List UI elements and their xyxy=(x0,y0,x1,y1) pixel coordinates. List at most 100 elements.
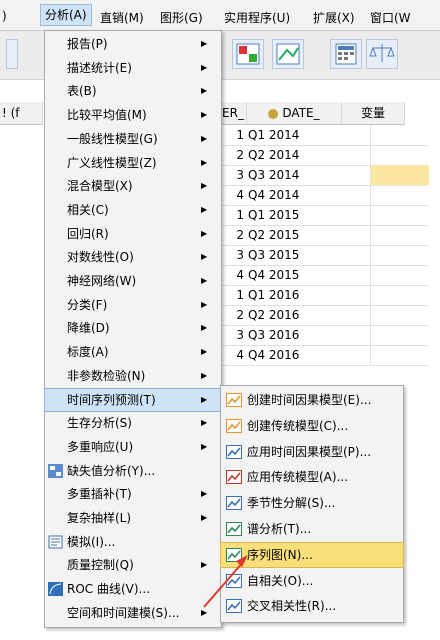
analyze-menu-item[interactable]: 回归(R) ▶ xyxy=(45,223,221,245)
submenu-arrow-icon: ▶ xyxy=(201,110,208,120)
timeseries-menu-item[interactable]: 应用时间因果模型(P)... xyxy=(221,440,403,464)
cell-period[interactable]: 1 xyxy=(220,125,244,145)
menu-extensions[interactable]: 扩展(X) xyxy=(313,9,355,26)
menu-utilities[interactable]: 实用程序(U) xyxy=(224,9,290,26)
cell-date[interactable]: Q4 2015 xyxy=(248,265,362,285)
analyze-menu-item[interactable]: 神经网络(W) ▶ xyxy=(45,270,221,292)
cell-period[interactable]: 2 xyxy=(220,225,244,245)
timeseries-menu-item[interactable]: 创建时间因果模型(E)... xyxy=(221,388,403,412)
analyze-menu-item[interactable]: 对数线性(O) ▶ xyxy=(45,246,221,268)
table-row: 1 Q1 2015 xyxy=(220,205,428,226)
table-row: 4 Q4 2014 xyxy=(220,185,428,206)
column-header-partial-mid[interactable]: ER_ xyxy=(220,102,247,125)
column-header-date[interactable]: DATE_ xyxy=(247,102,342,125)
analyze-menu-item[interactable]: 广义线性模型(Z) ▶ xyxy=(45,152,221,174)
cell-var[interactable] xyxy=(370,285,429,305)
cell-date[interactable]: Q1 2014 xyxy=(248,125,362,145)
cell-period[interactable]: 3 xyxy=(220,245,244,265)
cell-var[interactable] xyxy=(370,125,429,145)
analyze-menu-item[interactable]: 多重响应(U) ▶ xyxy=(45,436,221,458)
cell-var[interactable] xyxy=(370,145,429,165)
menu-item-label: 相关(C) xyxy=(67,202,109,217)
analyze-menu-item[interactable]: 分类(F) ▶ xyxy=(45,294,221,316)
cell-date[interactable]: Q2 2014 xyxy=(248,145,362,165)
cell-date[interactable]: Q1 2016 xyxy=(248,285,362,305)
calculator-icon[interactable] xyxy=(330,39,362,69)
cell-date[interactable]: Q3 2014 xyxy=(248,165,362,185)
analyze-menu-item[interactable]: 混合模型(X) ▶ xyxy=(45,175,221,197)
cell-period[interactable]: 1 xyxy=(220,205,244,225)
cell-var[interactable] xyxy=(370,185,429,205)
cell-var[interactable] xyxy=(370,305,429,325)
analyze-menu-item[interactable]: 标度(A) ▶ xyxy=(45,341,221,363)
analyze-menu-item[interactable]: 一般线性模型(G) ▶ xyxy=(45,128,221,150)
cell-date[interactable]: Q3 2015 xyxy=(248,245,362,265)
analyze-menu-item[interactable]: 相关(C) ▶ xyxy=(45,199,221,221)
analyze-menu-item[interactable]: 表(B) ▶ xyxy=(45,80,221,102)
analyze-menu-item[interactable]: 空间和时间建模(S)... ▶ xyxy=(45,602,221,624)
cell-period[interactable]: 3 xyxy=(220,165,244,185)
cell-var[interactable] xyxy=(370,165,429,185)
cell-period[interactable]: 4 xyxy=(220,265,244,285)
submenu-arrow-icon: ▶ xyxy=(201,394,208,404)
menu-item-label: 创建传统模型(C)... xyxy=(247,418,349,433)
cell-var[interactable] xyxy=(370,325,429,345)
analyze-menu-item[interactable]: ROC 曲线(V)... xyxy=(45,578,221,600)
cell-var[interactable] xyxy=(370,225,429,245)
cell-date[interactable]: Q2 2016 xyxy=(248,305,362,325)
timeseries-menu-item[interactable]: 谱分析(T)... xyxy=(221,517,403,541)
toolbar-partial-icon[interactable] xyxy=(6,39,18,69)
table-row: 4 Q4 2016 xyxy=(220,345,428,366)
cell-var[interactable] xyxy=(370,245,429,265)
menu-direct-marketing[interactable]: 直销(M) xyxy=(100,9,144,26)
table-row: 3 Q3 2016 xyxy=(220,325,428,346)
analyze-menu-item[interactable]: 复杂抽样(L) ▶ xyxy=(45,507,221,529)
analyze-menu-item[interactable]: 质量控制(Q) ▶ xyxy=(45,554,221,576)
cell-var[interactable] xyxy=(370,205,429,225)
column-header-var[interactable]: 变量 xyxy=(342,102,405,125)
analyze-menu-item[interactable]: 描述统计(E) ▶ xyxy=(45,57,221,79)
roc-curve-icon xyxy=(48,582,63,597)
timeseries-menu-item[interactable]: 季节性分解(S)... xyxy=(221,491,403,515)
pivot-icon[interactable] xyxy=(232,39,264,69)
menu-item-label: 空间和时间建模(S)... xyxy=(67,605,180,620)
analyze-menu-item[interactable]: 多重插补(T) ▶ xyxy=(45,483,221,505)
menu-graphs[interactable]: 图形(G) xyxy=(160,9,203,26)
analyze-menu-item[interactable]: 生存分析(S) ▶ xyxy=(45,412,221,434)
cell-var[interactable] xyxy=(370,345,429,365)
submenu-arrow-icon: ▶ xyxy=(201,181,208,191)
menu-window[interactable]: 窗口(W xyxy=(370,9,411,26)
cell-period[interactable]: 2 xyxy=(220,145,244,165)
timeseries-menu-item[interactable]: 应用传统模型(A)... xyxy=(221,465,403,489)
analyze-menu-item[interactable]: 降维(D) ▶ xyxy=(45,317,221,339)
apply-traditional-icon xyxy=(226,470,242,485)
chart-icon[interactable] xyxy=(272,39,304,69)
submenu-arrow-icon: ▶ xyxy=(201,299,208,309)
cell-period[interactable]: 3 xyxy=(220,325,244,345)
analyze-menu-item[interactable]: 缺失值分析(Y)... xyxy=(45,460,221,482)
analyze-menu-item[interactable]: 模拟(I)... xyxy=(45,531,221,553)
cell-date[interactable]: Q2 2015 xyxy=(248,225,362,245)
table-row: 2 Q2 2014 xyxy=(220,145,428,166)
menu-item-label: 应用传统模型(A)... xyxy=(247,470,349,485)
menu-item-label: 缺失值分析(Y)... xyxy=(67,463,156,478)
menu-analyze[interactable]: 分析(A) xyxy=(40,4,92,26)
cell-period[interactable]: 4 xyxy=(220,185,244,205)
analyze-menu-item[interactable]: 非参数检验(N) ▶ xyxy=(45,365,221,387)
timeseries-menu-item[interactable]: 创建传统模型(C)... xyxy=(221,414,403,438)
cell-date[interactable]: Q4 2016 xyxy=(248,345,362,365)
scale-icon[interactable] xyxy=(366,39,398,69)
cell-date[interactable]: Q3 2016 xyxy=(248,325,362,345)
submenu-arrow-icon: ▶ xyxy=(201,39,208,48)
cell-date[interactable]: Q4 2014 xyxy=(248,185,362,205)
analyze-menu-item[interactable]: 比较平均值(M) ▶ xyxy=(45,104,221,126)
analyze-menu-item[interactable]: 报告(P) ▶ xyxy=(45,33,221,55)
menu-item-partial[interactable]: ) xyxy=(2,9,7,23)
column-header-partial[interactable]: ! (f xyxy=(0,102,43,125)
cell-period[interactable]: 2 xyxy=(220,305,244,325)
cell-period[interactable]: 1 xyxy=(220,285,244,305)
cell-var[interactable] xyxy=(370,265,429,285)
cell-date[interactable]: Q1 2015 xyxy=(248,205,362,225)
analyze-menu-item[interactable]: 时间序列预测(T) ▶ xyxy=(44,387,222,412)
cell-period[interactable]: 4 xyxy=(220,345,244,365)
